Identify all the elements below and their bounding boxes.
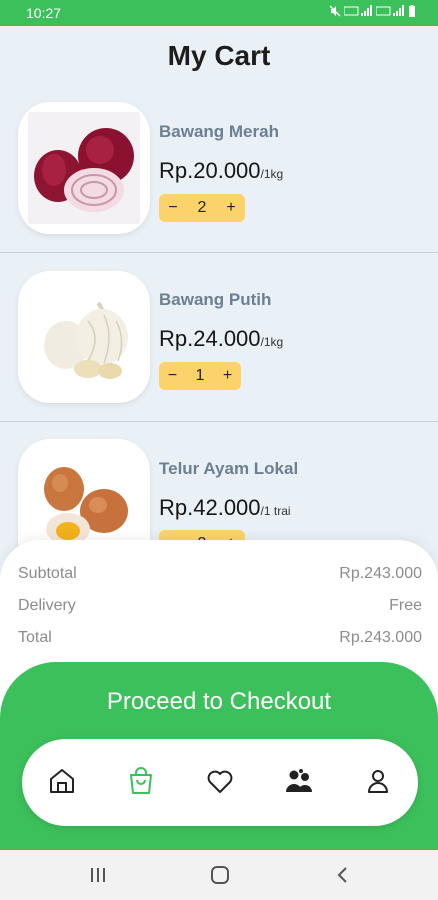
delivery-value: Free	[389, 597, 422, 614]
status-icons	[329, 5, 416, 20]
profile-icon[interactable]	[363, 766, 393, 796]
price-unit: /1kg	[260, 167, 284, 181]
increase-button[interactable]: +	[214, 367, 241, 385]
subtotal-label: Subtotal	[18, 565, 77, 582]
quantity-value: 2	[197, 199, 207, 216]
back-icon[interactable]	[334, 864, 352, 886]
recent-apps-icon[interactable]	[88, 864, 108, 886]
item-divider	[0, 421, 438, 422]
total-label: Total	[18, 629, 52, 646]
status-time: 10:27	[26, 5, 62, 21]
home-button-icon[interactable]	[209, 864, 231, 886]
item-divider	[0, 252, 438, 253]
quantity-stepper: − 1 +	[159, 362, 241, 390]
delivery-row: Delivery Free	[18, 597, 422, 615]
price-value: Rp.24.000	[159, 326, 261, 351]
decrease-button[interactable]: −	[159, 199, 187, 217]
volte-signal-icon	[343, 5, 373, 16]
quantity-stepper: − 2 +	[159, 194, 245, 222]
product-name: Bawang Putih	[159, 290, 272, 309]
status-bar: 10:27	[0, 0, 438, 26]
mute-icon	[329, 5, 341, 17]
community-icon[interactable]	[284, 766, 314, 796]
decrease-button[interactable]: −	[159, 367, 186, 385]
delivery-label: Delivery	[18, 597, 76, 614]
battery-icon	[409, 5, 415, 17]
price-unit: /1kg	[260, 335, 284, 349]
garlic-image	[18, 271, 150, 403]
quantity-value: 1	[195, 367, 205, 384]
product-price: Rp.24.000/1kg	[159, 326, 283, 352]
checkout-button-label[interactable]: Proceed to Checkout	[0, 688, 438, 716]
shopping-bag-icon[interactable]	[126, 766, 156, 796]
increase-button[interactable]: +	[217, 199, 245, 217]
price-value: Rp.20.000	[159, 158, 261, 183]
system-nav-bar	[0, 850, 438, 900]
bottom-nav	[22, 739, 418, 826]
product-price: Rp.42.000/1 trai	[159, 495, 291, 521]
subtotal-value: Rp.243.000	[339, 565, 422, 582]
product-name: Telur Ayam Lokal	[159, 459, 299, 478]
home-icon[interactable]	[47, 766, 77, 796]
product-name: Bawang Merah	[159, 122, 279, 141]
product-price: Rp.20.000/1kg	[159, 158, 283, 184]
price-value: Rp.42.000	[159, 495, 261, 520]
price-unit: /1 trai	[260, 504, 291, 518]
subtotal-row: Subtotal Rp.243.000	[18, 565, 422, 583]
heart-icon[interactable]	[205, 766, 235, 796]
volte-signal-icon	[375, 5, 405, 16]
total-row: Total Rp.243.000	[18, 629, 422, 647]
red-onion-image	[18, 102, 150, 234]
total-value: Rp.243.000	[339, 629, 422, 646]
page-title: My Cart	[167, 40, 271, 71]
